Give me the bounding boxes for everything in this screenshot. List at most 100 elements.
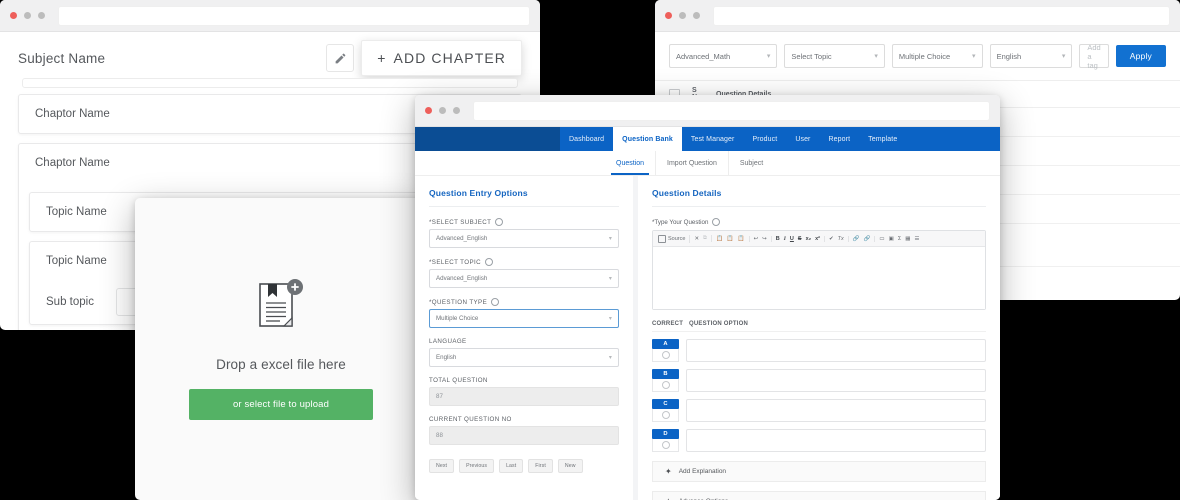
current-question-no-value: 88 bbox=[436, 432, 443, 439]
language-dropdown[interactable]: English ▾ bbox=[429, 348, 619, 367]
option-d-input[interactable] bbox=[686, 429, 986, 452]
chevron-down-icon: ▾ bbox=[608, 315, 612, 322]
option-a-correct-radio[interactable] bbox=[652, 349, 679, 362]
strike-icon[interactable]: S bbox=[798, 236, 802, 242]
paste-icon[interactable]: 📋 bbox=[716, 236, 723, 242]
select-file-button[interactable]: or select file to upload bbox=[188, 389, 374, 420]
image-icon[interactable]: ▣ bbox=[889, 236, 894, 242]
maximize-button[interactable] bbox=[453, 107, 460, 114]
option-a-input[interactable] bbox=[686, 339, 986, 362]
subscript-icon[interactable]: x₂ bbox=[806, 236, 812, 242]
address-bar[interactable] bbox=[58, 5, 530, 26]
option-d-correct-radio[interactable] bbox=[652, 439, 679, 452]
option-b-input[interactable] bbox=[686, 369, 986, 392]
bold-icon[interactable]: B bbox=[776, 236, 780, 242]
address-bar[interactable] bbox=[473, 100, 990, 121]
sub-tab-subject[interactable]: Subject bbox=[727, 151, 774, 175]
source-icon[interactable]: Source bbox=[658, 234, 685, 243]
info-icon[interactable] bbox=[484, 258, 493, 266]
question-option-column-header: QUESTION OPTION bbox=[689, 321, 749, 327]
add-explanation-label: Add Explanation bbox=[678, 468, 727, 475]
last-button[interactable]: Last bbox=[499, 459, 524, 473]
nav-tab-dashboard[interactable]: Dashboard bbox=[560, 127, 613, 151]
plus-icon: + bbox=[377, 50, 387, 66]
filter-topic-select[interactable]: Select Topic ▾ bbox=[784, 44, 885, 68]
underline-icon[interactable]: U bbox=[790, 236, 794, 242]
table-icon[interactable]: ▦ bbox=[905, 236, 910, 242]
nav-tab-question-bank[interactable]: Question Bank bbox=[613, 127, 682, 151]
select-subject-dropdown[interactable]: Advanced_English ▾ bbox=[429, 229, 619, 248]
question-type-dropdown[interactable]: Multiple Choice ▾ bbox=[429, 309, 619, 328]
previous-button[interactable]: Previous bbox=[459, 459, 495, 473]
maximize-button[interactable] bbox=[38, 12, 45, 19]
question-rich-text-editor[interactable]: Source ✕ ⧉ 📋 📋 📋 ↩ ↪ B I U S x₂ x² ✔ Tx … bbox=[652, 230, 986, 310]
topic-name-label: Topic Name bbox=[46, 206, 107, 218]
unlink-icon[interactable]: 🔗 bbox=[864, 236, 871, 242]
hr-icon[interactable]: ☰ bbox=[914, 236, 919, 242]
add-chapter-button[interactable]: + ADD CHAPTER bbox=[361, 40, 522, 76]
address-bar[interactable] bbox=[713, 5, 1170, 26]
italic-icon[interactable]: I bbox=[784, 236, 786, 242]
first-button[interactable]: First bbox=[528, 459, 553, 473]
tag-input[interactable]: Add a tag bbox=[1079, 43, 1109, 70]
option-d-badge: D bbox=[652, 429, 679, 452]
minimize-button[interactable] bbox=[24, 12, 31, 19]
maximize-button[interactable] bbox=[693, 12, 700, 19]
close-button[interactable] bbox=[425, 107, 432, 114]
chevron-down-icon: ▾ bbox=[608, 235, 612, 242]
close-button[interactable] bbox=[10, 12, 17, 19]
minimize-button[interactable] bbox=[679, 12, 686, 19]
sub-tab-import-question[interactable]: Import Question bbox=[655, 151, 728, 175]
edit-subject-button[interactable] bbox=[326, 44, 355, 72]
copy-icon[interactable]: ⧉ bbox=[703, 235, 707, 242]
paste-word-icon[interactable]: 📋 bbox=[738, 236, 745, 242]
chevron-down-icon: ▾ bbox=[608, 354, 612, 361]
undo-icon[interactable]: ↩ bbox=[754, 236, 759, 242]
minimize-button[interactable] bbox=[439, 107, 446, 114]
nav-tab-user[interactable]: User bbox=[786, 127, 819, 151]
info-icon[interactable] bbox=[712, 218, 721, 226]
chapter-name-label: Chaptor Name bbox=[35, 157, 110, 169]
nav-tab-product[interactable]: Product bbox=[743, 127, 786, 151]
apply-button[interactable]: Apply bbox=[1115, 45, 1166, 67]
redo-icon[interactable]: ↪ bbox=[762, 236, 767, 242]
option-b-correct-radio[interactable] bbox=[652, 379, 679, 392]
nav-tab-template[interactable]: Template bbox=[859, 127, 906, 151]
info-icon[interactable] bbox=[495, 218, 504, 226]
new-button[interactable]: New bbox=[557, 459, 583, 473]
chevron-down-icon: ▾ bbox=[608, 275, 612, 282]
sub-tab-question[interactable]: Question bbox=[605, 151, 655, 175]
drop-zone[interactable]: Drop a excel file here or select file to… bbox=[135, 198, 427, 500]
add-explanation-accordion[interactable]: ✦ Add Explanation bbox=[652, 461, 986, 482]
option-c-correct-radio[interactable] bbox=[652, 409, 679, 422]
cut-icon[interactable]: ✕ bbox=[694, 236, 699, 242]
remove-format-icon[interactable]: Tx bbox=[838, 236, 844, 242]
superscript-icon[interactable]: x² bbox=[815, 236, 820, 242]
nav-tab-test-manager[interactable]: Test Manager bbox=[682, 127, 744, 151]
question-editor-textarea[interactable] bbox=[653, 247, 985, 309]
question-entry-options-panel: Question Entry Options *SELECT SUBJECT A… bbox=[415, 176, 633, 500]
main-navigation: Dashboard Question Bank Test Manager Pro… bbox=[415, 127, 1000, 151]
next-button[interactable]: Next bbox=[429, 459, 455, 473]
info-icon[interactable] bbox=[491, 298, 500, 306]
nav-tab-report[interactable]: Report bbox=[820, 127, 860, 151]
paste-text-icon[interactable]: 📋 bbox=[727, 236, 734, 242]
nav-brand-area bbox=[415, 127, 560, 151]
filter-language-select[interactable]: English ▾ bbox=[989, 44, 1073, 68]
nav-tab-list: Dashboard Question Bank Test Manager Pro… bbox=[560, 127, 1000, 151]
advance-options-accordion[interactable]: ✦ Advance Options bbox=[652, 491, 986, 500]
field-label-total-question: TOTAL QUESTION bbox=[429, 377, 488, 384]
select-topic-dropdown[interactable]: Advanced_English ▾ bbox=[429, 269, 619, 288]
filter-subject-select[interactable]: Advanced_Math ▾ bbox=[669, 44, 778, 68]
link-icon[interactable]: 🔗 bbox=[853, 236, 860, 242]
card-stack-shadow bbox=[22, 78, 518, 88]
navigation-button-row: Next Previous Last First New bbox=[429, 459, 619, 473]
brush-icon[interactable]: ✔ bbox=[829, 236, 834, 242]
close-button[interactable] bbox=[665, 12, 672, 19]
sigma-icon[interactable]: Σ bbox=[898, 236, 901, 242]
flash-icon[interactable]: ▭ bbox=[879, 236, 884, 242]
question-bank-window: Dashboard Question Bank Test Manager Pro… bbox=[415, 95, 1000, 500]
filter-question-type-select[interactable]: Multiple Choice ▾ bbox=[891, 44, 983, 68]
option-b-letter: B bbox=[652, 369, 679, 379]
option-c-input[interactable] bbox=[686, 399, 986, 422]
